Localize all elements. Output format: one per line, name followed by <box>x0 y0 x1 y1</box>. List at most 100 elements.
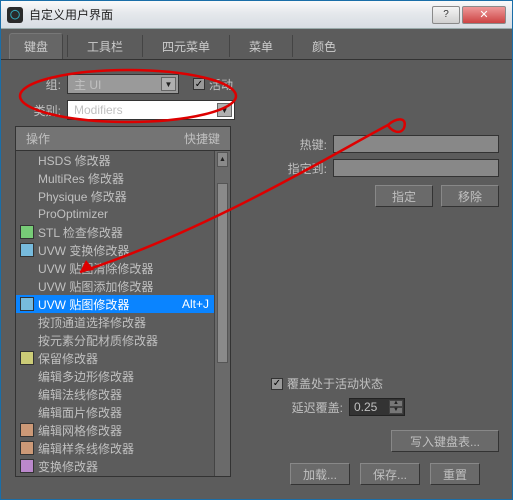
list-item[interactable]: UVW 贴图清除修改器 <box>16 259 230 277</box>
item-icon <box>20 333 34 347</box>
item-icon <box>20 207 34 221</box>
item-text: HSDS 修改器 <box>38 152 176 169</box>
assign-button[interactable]: 指定 <box>375 185 433 207</box>
item-text: STL 检查修改器 <box>38 224 176 241</box>
col-action: 操作 <box>26 130 184 147</box>
item-icon <box>20 315 34 329</box>
list-item[interactable]: UVW 变换修改器 <box>16 241 230 259</box>
category-label: 类别: <box>15 102 61 119</box>
item-icon <box>20 189 34 203</box>
assigned-input[interactable] <box>333 159 499 177</box>
tab-strip: 键盘 工具栏 四元菜单 菜单 颜色 <box>1 29 512 60</box>
list-item[interactable]: Physique 修改器 <box>16 187 230 205</box>
item-text: 变换修改器 <box>38 458 176 475</box>
active-checkbox[interactable]: ✓ <box>193 78 205 90</box>
item-text: UVW 变换修改器 <box>38 242 176 259</box>
item-icon <box>20 279 34 293</box>
category-value: Modifiers <box>74 103 123 117</box>
list-item[interactable]: MultiRes 修改器 <box>16 169 230 187</box>
item-text: 变形器修改器 <box>38 476 176 478</box>
spin-up-icon[interactable]: ▲ <box>389 400 403 407</box>
item-icon <box>20 387 34 401</box>
list-item[interactable]: 按顶通道选择修改器 <box>16 313 230 331</box>
list-item[interactable]: HSDS 修改器 <box>16 151 230 169</box>
list-item[interactable]: UVW 贴图修改器Alt+J <box>16 295 230 313</box>
close-button[interactable]: ✕ <box>462 6 506 24</box>
reset-button[interactable]: 重置 <box>430 463 480 485</box>
item-text: 编辑样条线修改器 <box>38 440 176 457</box>
item-icon <box>20 423 34 437</box>
list-item[interactable]: 按元素分配材质修改器 <box>16 331 230 349</box>
scroll-up-icon[interactable]: ▲ <box>217 152 228 167</box>
item-text: UVW 贴图添加修改器 <box>38 278 176 295</box>
item-text: 按顶通道选择修改器 <box>38 314 176 331</box>
list-item[interactable]: UVW 贴图添加修改器 <box>16 277 230 295</box>
override-label: 覆盖处于活动状态 <box>287 375 383 392</box>
list-item[interactable]: ProOptimizer <box>16 205 230 223</box>
list-item[interactable]: STL 检查修改器 <box>16 223 230 241</box>
delay-value: 0.25 <box>354 400 377 414</box>
item-icon <box>20 297 34 311</box>
item-icon <box>20 405 34 419</box>
assigned-label: 指定到: <box>271 160 327 177</box>
item-text: 编辑法线修改器 <box>38 386 176 403</box>
override-checkbox[interactable]: ✓ <box>271 378 283 390</box>
remove-button[interactable]: 移除 <box>441 185 499 207</box>
help-button[interactable]: ? <box>432 6 460 24</box>
title-bar: ◯ 自定义用户界面 ? ✕ <box>1 1 512 29</box>
scroll-thumb[interactable] <box>217 183 228 363</box>
tab-keyboard[interactable]: 键盘 <box>9 33 63 59</box>
item-text: 编辑网格修改器 <box>38 422 176 439</box>
item-icon <box>20 459 34 473</box>
list-item[interactable]: 编辑面片修改器 <box>16 403 230 421</box>
item-text: 保留修改器 <box>38 350 176 367</box>
tab-quad[interactable]: 四元菜单 <box>147 33 225 59</box>
scrollbar[interactable]: ▲ <box>214 151 230 476</box>
tab-toolbar[interactable]: 工具栏 <box>72 33 138 59</box>
list-item[interactable]: 变形器修改器 <box>16 475 230 477</box>
item-icon <box>20 171 34 185</box>
item-icon <box>20 225 34 239</box>
load-button[interactable]: 加载... <box>290 463 350 485</box>
list-item[interactable]: 编辑多边形修改器 <box>16 367 230 385</box>
tab-color[interactable]: 颜色 <box>297 33 351 59</box>
group-combo[interactable]: 主 UI ▼ <box>67 74 179 94</box>
item-text: MultiRes 修改器 <box>38 170 176 187</box>
delay-spinner[interactable]: 0.25 ▲▼ <box>349 398 405 416</box>
save-button[interactable]: 保存... <box>360 463 420 485</box>
item-text: 编辑面片修改器 <box>38 404 176 421</box>
item-text: UVW 贴图清除修改器 <box>38 260 176 277</box>
item-icon <box>20 441 34 455</box>
col-hotkey: 快捷键 <box>184 130 220 147</box>
app-icon: ◯ <box>7 7 23 23</box>
item-icon <box>20 369 34 383</box>
chevron-down-icon: ▼ <box>217 103 232 117</box>
active-label: 活动 <box>209 76 233 93</box>
list-item[interactable]: 变换修改器 <box>16 457 230 475</box>
item-text: Physique 修改器 <box>38 188 176 205</box>
item-text: ProOptimizer <box>38 207 176 221</box>
item-text: UVW 贴图修改器 <box>38 296 176 313</box>
list-item[interactable]: 编辑法线修改器 <box>16 385 230 403</box>
group-label: 组: <box>15 76 61 93</box>
hotkey-input[interactable] <box>333 135 499 153</box>
list-item[interactable]: 编辑样条线修改器 <box>16 439 230 457</box>
action-list[interactable]: HSDS 修改器MultiRes 修改器Physique 修改器 ProOptim… <box>15 151 231 477</box>
item-icon <box>20 243 34 257</box>
item-icon <box>20 351 34 365</box>
list-item[interactable]: 编辑网格修改器 <box>16 421 230 439</box>
item-text: 按元素分配材质修改器 <box>38 332 176 349</box>
item-text: 编辑多边形修改器 <box>38 368 176 385</box>
delay-label: 延迟覆盖: <box>271 399 343 416</box>
hotkey-label: 热键: <box>271 136 327 153</box>
group-value: 主 UI <box>74 76 101 93</box>
item-icon <box>20 153 34 167</box>
chevron-down-icon: ▼ <box>161 77 176 91</box>
tab-menu[interactable]: 菜单 <box>234 33 288 59</box>
category-combo[interactable]: Modifiers ▼ <box>67 100 235 120</box>
list-header: 操作 快捷键 <box>15 126 231 151</box>
window-title: 自定义用户界面 <box>29 6 432 23</box>
list-item[interactable]: 保留修改器 <box>16 349 230 367</box>
write-keyboard-button[interactable]: 写入键盘表... <box>391 430 499 452</box>
spin-down-icon[interactable]: ▼ <box>389 407 403 414</box>
